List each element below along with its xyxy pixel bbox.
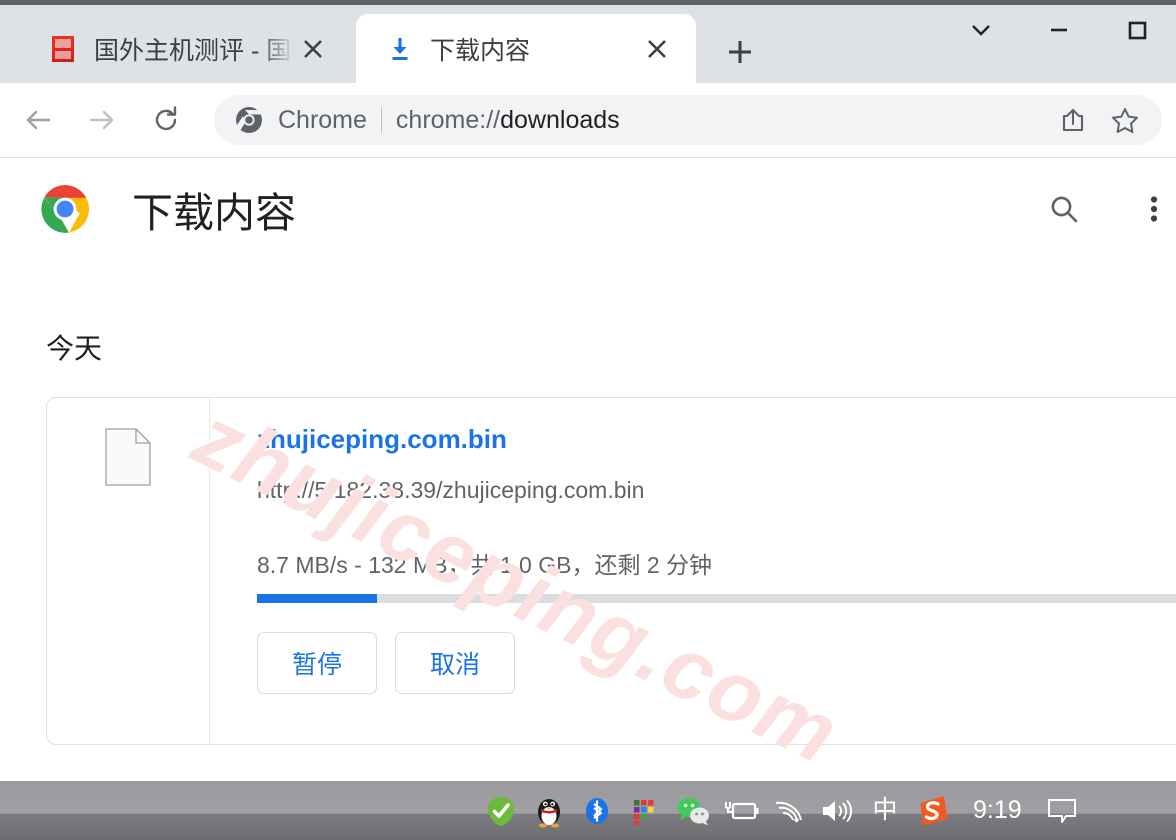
tab-search-button[interactable]	[942, 0, 1020, 60]
taskbar-clock[interactable]: 9:19	[973, 796, 1022, 825]
download-item-card: zhujiceping.com.bin http://5.182.38.39/z…	[46, 397, 1176, 745]
pause-button[interactable]: 暂停	[257, 632, 377, 694]
download-source-url: http://5.182.38.39/zhujiceping.com.bin	[257, 477, 645, 503]
tab-title: 国外主机测评 - 国外	[94, 36, 294, 65]
download-filename-link[interactable]: zhujiceping.com.bin	[257, 424, 507, 455]
more-vertical-icon[interactable]	[1126, 181, 1176, 237]
notification-icon[interactable]	[1036, 789, 1088, 833]
ime-label: 中	[872, 796, 898, 824]
wifi-icon[interactable]	[765, 789, 813, 833]
downloads-header: 下载内容	[0, 159, 1176, 259]
page-title: 下载内容	[132, 190, 296, 236]
sogou-ime-icon[interactable]	[909, 789, 957, 833]
generic-file-icon	[105, 428, 151, 486]
security-shield-check-icon[interactable]	[477, 789, 525, 833]
download-progress-bar	[257, 594, 1176, 603]
omnibox-actions	[1044, 97, 1148, 143]
new-tab-button[interactable]	[716, 28, 764, 76]
omnibox-url-path: downloads	[500, 105, 620, 134]
browser-window: 国外主机测评 - 国外 下载内容 Chrome chrome://downloa…	[0, 0, 1176, 840]
address-bar[interactable]: Chrome chrome://downloads	[214, 95, 1162, 145]
color-grid-icon[interactable]	[621, 789, 669, 833]
omnibox-chip-label: Chrome	[278, 105, 367, 134]
chrome-logo-icon	[38, 182, 92, 236]
qq-penguin-icon[interactable]	[525, 789, 573, 833]
window-controls	[942, 0, 1176, 83]
share-icon[interactable]	[1050, 97, 1096, 143]
maximize-button[interactable]	[1098, 0, 1176, 60]
browser-toolbar: Chrome chrome://downloads	[0, 83, 1176, 158]
download-icon	[386, 35, 414, 63]
search-icon[interactable]	[1036, 181, 1092, 237]
minimize-button[interactable]	[1020, 0, 1098, 60]
chrome-chip-icon	[234, 105, 264, 135]
volume-icon[interactable]	[813, 789, 861, 833]
reload-icon	[155, 106, 177, 131]
tab-close-button[interactable]	[296, 32, 330, 66]
back-button[interactable]	[12, 94, 64, 146]
omnibox-divider	[380, 107, 382, 133]
download-progress-fill	[257, 594, 377, 603]
download-status-text: 8.7 MB/s - 132 MB，共 1.0 GB，还剩 2 分钟	[257, 552, 713, 578]
maximize-icon	[1128, 21, 1147, 40]
arrow-left-icon	[26, 110, 51, 130]
site-favicon-icon	[52, 35, 78, 62]
chevron-down-icon	[972, 25, 990, 36]
header-actions	[1036, 181, 1176, 237]
downloads-page: zhujiceping.com 下载内容 今天 zhujiceping.com.…	[0, 159, 1176, 781]
omnibox-url-scheme: chrome://	[395, 105, 501, 134]
bluetooth-icon[interactable]	[573, 789, 621, 833]
arrow-right-icon	[89, 110, 114, 130]
file-icon-column	[47, 398, 210, 744]
reload-button[interactable]	[140, 94, 192, 146]
omnibox-url: chrome://downloads	[396, 106, 620, 135]
wechat-icon[interactable]	[669, 789, 717, 833]
bookmark-star-icon[interactable]	[1102, 97, 1148, 143]
download-details: zhujiceping.com.bin http://5.182.38.39/z…	[210, 398, 1176, 744]
tab-close-button[interactable]	[640, 32, 674, 66]
minimize-icon	[1051, 28, 1067, 32]
tab-site[interactable]: 国外主机测评 - 国外	[14, 14, 344, 83]
tab-title: 下载内容	[430, 36, 531, 65]
tab-strip: 国外主机测评 - 国外 下载内容	[0, 0, 1176, 83]
system-tray: 中 9:19	[477, 789, 1088, 833]
download-action-buttons: 暂停 取消	[257, 632, 533, 694]
battery-charging-icon[interactable]	[717, 789, 765, 833]
forward-button[interactable]	[76, 94, 128, 146]
tab-downloads[interactable]: 下载内容	[356, 14, 696, 83]
plus-icon	[729, 41, 751, 63]
windows-taskbar: 中 9:19	[0, 781, 1176, 840]
day-group-label: 今天	[46, 333, 103, 364]
cancel-button[interactable]: 取消	[395, 632, 515, 694]
ime-language-indicator[interactable]: 中	[861, 789, 909, 833]
